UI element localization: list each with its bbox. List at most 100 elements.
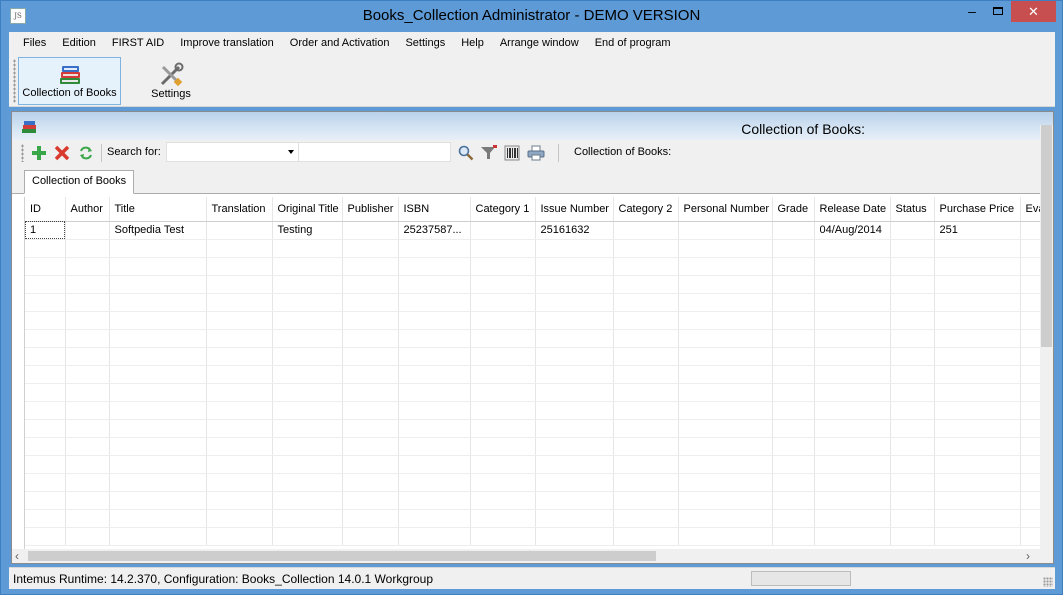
empty-cell[interactable] [678,383,773,402]
empty-cell[interactable] [25,329,66,348]
empty-cell[interactable] [25,347,66,366]
empty-cell[interactable] [678,437,773,456]
empty-table-row[interactable] [25,437,1040,456]
empty-cell[interactable] [272,275,343,294]
empty-cell[interactable] [772,365,815,384]
empty-cell[interactable] [890,455,935,474]
empty-cell[interactable] [470,455,536,474]
refresh-icon[interactable] [76,143,96,163]
empty-cell[interactable] [342,509,399,528]
empty-cell[interactable] [772,347,815,366]
empty-cell[interactable] [398,491,471,510]
empty-cell[interactable] [890,419,935,438]
empty-cell[interactable] [613,347,679,366]
empty-cell[interactable] [613,383,679,402]
empty-cell[interactable] [398,383,471,402]
empty-cell[interactable] [814,527,891,546]
empty-cell[interactable] [934,257,1021,276]
empty-cell[interactable] [613,491,679,510]
cell-author[interactable] [65,221,110,240]
empty-cell[interactable] [109,455,207,474]
search-input[interactable] [299,142,451,162]
column-header-evaluation[interactable]: Eva [1020,197,1040,222]
empty-cell[interactable] [890,509,935,528]
empty-cell[interactable] [772,401,815,420]
empty-cell[interactable] [342,275,399,294]
empty-cell[interactable] [1020,419,1040,438]
empty-cell[interactable] [814,239,891,258]
empty-cell[interactable] [814,455,891,474]
empty-table-row[interactable] [25,239,1040,258]
empty-cell[interactable] [1020,347,1040,366]
empty-cell[interactable] [814,473,891,492]
empty-cell[interactable] [535,239,614,258]
empty-cell[interactable] [814,293,891,312]
empty-cell[interactable] [272,401,343,420]
empty-cell[interactable] [65,491,110,510]
empty-cell[interactable] [470,329,536,348]
empty-cell[interactable] [814,383,891,402]
empty-cell[interactable] [1020,527,1040,546]
empty-cell[interactable] [272,527,343,546]
vertical-scrollbar[interactable] [1040,125,1053,551]
empty-cell[interactable] [109,437,207,456]
maximize-button[interactable] [985,1,1011,22]
empty-cell[interactable] [535,437,614,456]
empty-cell[interactable] [65,455,110,474]
empty-cell[interactable] [65,365,110,384]
empty-cell[interactable] [535,509,614,528]
empty-cell[interactable] [470,239,536,258]
empty-cell[interactable] [272,329,343,348]
empty-cell[interactable] [342,401,399,420]
empty-cell[interactable] [613,239,679,258]
empty-table-row[interactable] [25,401,1040,420]
empty-cell[interactable] [398,347,471,366]
empty-cell[interactable] [934,401,1021,420]
empty-cell[interactable] [535,401,614,420]
empty-cell[interactable] [613,365,679,384]
empty-cell[interactable] [678,257,773,276]
empty-cell[interactable] [272,347,343,366]
collection-of-books-button[interactable]: Collection of Books [18,57,121,105]
empty-cell[interactable] [470,347,536,366]
empty-cell[interactable] [398,293,471,312]
cell-release-date[interactable]: 04/Aug/2014 [814,221,891,240]
empty-cell[interactable] [678,455,773,474]
empty-cell[interactable] [613,437,679,456]
books-grid[interactable]: ID Author Title Translation Original Tit… [24,197,1040,551]
empty-cell[interactable] [25,455,66,474]
empty-cell[interactable] [206,401,273,420]
empty-cell[interactable] [206,473,273,492]
empty-cell[interactable] [342,527,399,546]
empty-cell[interactable] [398,365,471,384]
empty-cell[interactable] [272,365,343,384]
empty-cell[interactable] [398,311,471,330]
empty-cell[interactable] [470,527,536,546]
empty-cell[interactable] [109,293,207,312]
empty-cell[interactable] [934,491,1021,510]
delete-icon[interactable] [52,143,72,163]
empty-cell[interactable] [398,329,471,348]
empty-cell[interactable] [342,239,399,258]
cell-category-2[interactable] [613,221,679,240]
empty-cell[interactable] [342,293,399,312]
empty-cell[interactable] [535,455,614,474]
empty-cell[interactable] [470,437,536,456]
cell-publisher[interactable] [342,221,399,240]
menu-first-aid[interactable]: FIRST AID [104,32,172,55]
empty-cell[interactable] [934,419,1021,438]
empty-cell[interactable] [65,527,110,546]
cell-grade[interactable] [772,221,815,240]
empty-cell[interactable] [934,311,1021,330]
empty-cell[interactable] [934,239,1021,258]
empty-cell[interactable] [890,347,935,366]
cell-isbn[interactable]: 25237587... [398,221,471,240]
empty-cell[interactable] [342,455,399,474]
column-header-isbn[interactable]: ISBN [398,197,471,222]
empty-cell[interactable] [678,329,773,348]
empty-table-row[interactable] [25,455,1040,474]
empty-table-row[interactable] [25,473,1040,492]
column-header-translation[interactable]: Translation [206,197,273,222]
column-header-title[interactable]: Title [109,197,207,222]
empty-cell[interactable] [613,257,679,276]
